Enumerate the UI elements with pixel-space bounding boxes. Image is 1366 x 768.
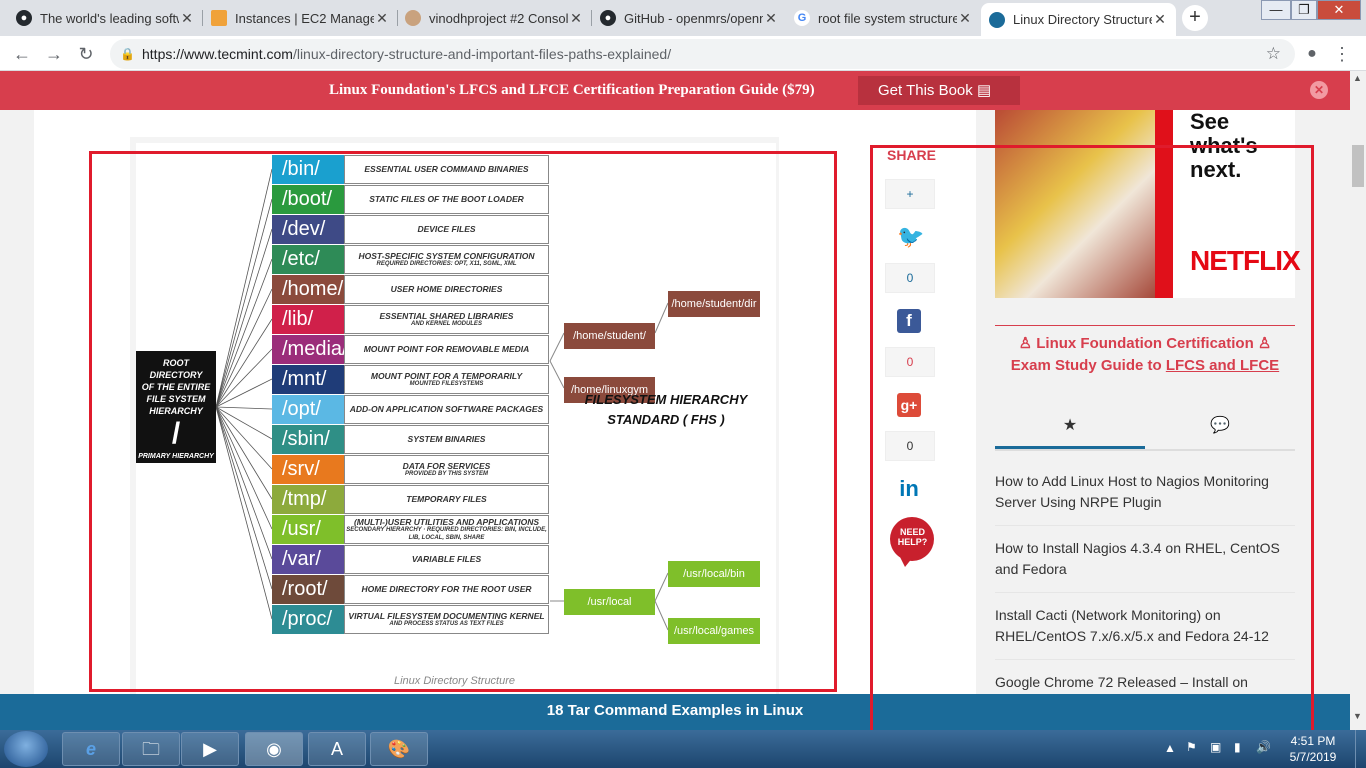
media-player-icon[interactable]: ▶ <box>181 732 239 766</box>
highlight-box-sidebar <box>870 145 1314 730</box>
tab-title: Instances | EC2 Management <box>235 10 374 26</box>
url-path: /linux-directory-structure-and-important… <box>292 46 672 62</box>
scroll-thumb[interactable] <box>1352 145 1364 187</box>
github-icon: ● <box>16 10 32 26</box>
browser-tab-active[interactable]: Linux Directory Structure ✕ <box>981 3 1176 36</box>
reload-icon[interactable]: ↻ <box>74 42 98 66</box>
tab-title: The world's leading software <box>40 10 179 26</box>
tab-title: GitHub - openmrs/openmrs <box>624 10 763 26</box>
tab-close-icon[interactable]: ✕ <box>957 10 973 27</box>
address-bar[interactable]: 🔒 https://www.tecmint.com/linux-director… <box>110 39 1295 69</box>
file-explorer-icon[interactable]: 🗀 <box>122 732 180 766</box>
clock-time: 4:51 PM <box>1290 734 1336 748</box>
tab-close-icon[interactable]: ✕ <box>763 10 779 27</box>
browser-tab-strip: ● The world's leading software ✕ Instanc… <box>0 0 1366 36</box>
show-hidden-icons-icon[interactable]: ▲ <box>1164 741 1176 755</box>
system-tray: ▲ ⚑ ▣ ▮ 🔊 4:51 PM 5/7/2019 <box>1160 730 1366 768</box>
clock[interactable]: 4:51 PM 5/7/2019 <box>1278 733 1348 765</box>
browser-tab[interactable]: G root file system structure ✕ <box>786 3 981 33</box>
url-host: https://www.tecmint.com <box>142 46 293 62</box>
lock-icon: 🔒 <box>120 47 135 61</box>
back-icon[interactable]: ← <box>10 42 34 66</box>
highlight-box-figure <box>89 151 837 692</box>
new-tab-button[interactable]: + <box>1182 5 1208 31</box>
chrome-icon[interactable]: ◉ <box>245 732 303 766</box>
aws-box-icon <box>211 10 227 26</box>
browser-toolbar: ← → ↻ 🔒 https://www.tecmint.com/linux-di… <box>0 36 1366 71</box>
paint-icon[interactable]: 🎨 <box>370 732 428 766</box>
network-device-icon[interactable]: ▣ <box>1210 740 1221 754</box>
banner-close-icon[interactable]: ✕ <box>1310 81 1328 99</box>
banner-text: Linux Foundation's LFCS and LFCE Certifi… <box>329 82 815 98</box>
tab-close-icon[interactable]: ✕ <box>179 10 195 27</box>
close-window-button[interactable]: ✕ <box>1317 0 1361 20</box>
github-icon: ● <box>600 10 616 26</box>
url-text: https://www.tecmint.com/linux-directory-… <box>142 39 671 69</box>
tab-title: root file system structure <box>818 10 957 26</box>
menu-icon[interactable]: ⋮ <box>1330 42 1354 66</box>
page-scrollbar[interactable]: ▲ ▼ <box>1350 71 1366 730</box>
web-page: ROOT DIRECTORY OF THE ENTIRE FILE SYSTEM… <box>0 71 1366 730</box>
tab-close-icon[interactable]: ✕ <box>568 10 584 27</box>
ad-tagline-line: See <box>1190 109 1230 134</box>
promo-banner: Linux Foundation's LFCS and LFCE Certifi… <box>0 71 1350 110</box>
google-icon: G <box>794 10 810 26</box>
clock-date: 5/7/2019 <box>1289 750 1337 764</box>
wordpad-icon[interactable]: A <box>308 732 366 766</box>
get-book-label: Get This Book <box>878 82 973 99</box>
start-button[interactable] <box>4 731 48 767</box>
scroll-down-icon[interactable]: ▼ <box>1353 711 1362 721</box>
forward-icon[interactable]: → <box>42 42 66 66</box>
get-book-button[interactable]: Get This Book ▤ <box>858 76 1020 105</box>
internet-explorer-icon[interactable]: e <box>62 732 120 766</box>
browser-tab[interactable]: ● GitHub - openmrs/openmrs ✕ <box>592 3 787 33</box>
action-center-icon[interactable]: ⚑ <box>1186 740 1197 754</box>
tab-title: Linux Directory Structure <box>1013 12 1152 27</box>
show-desktop-button[interactable] <box>1355 730 1366 768</box>
book-icon: ▤ <box>976 82 992 99</box>
minimize-button[interactable]: — <box>1261 0 1291 20</box>
scroll-up-icon[interactable]: ▲ <box>1353 73 1362 83</box>
tab-close-icon[interactable]: ✕ <box>1152 11 1168 28</box>
browser-tab[interactable]: ● The world's leading software ✕ <box>8 3 203 33</box>
bookmark-star-icon[interactable]: ☆ <box>1266 39 1281 69</box>
volume-icon[interactable]: 🔊 <box>1256 740 1271 754</box>
tab-close-icon[interactable]: ✕ <box>374 10 390 27</box>
tab-title: vinodhproject #2 Console <box>429 10 568 26</box>
tecmint-icon <box>989 11 1005 28</box>
maximize-button[interactable]: ❐ <box>1291 0 1317 20</box>
browser-tab[interactable]: Instances | EC2 Management ✕ <box>203 3 398 33</box>
profile-icon[interactable]: ● <box>1300 42 1324 66</box>
browser-tab[interactable]: vinodhproject #2 Console ✕ <box>397 3 592 33</box>
network-signal-icon[interactable]: ▮ <box>1234 740 1241 754</box>
windows-taskbar: e 🗀 ▶ ◉ A 🎨 ▲ ⚑ ▣ ▮ 🔊 4:51 PM 5/7/2019 <box>0 730 1366 768</box>
jenkins-icon <box>405 10 421 26</box>
